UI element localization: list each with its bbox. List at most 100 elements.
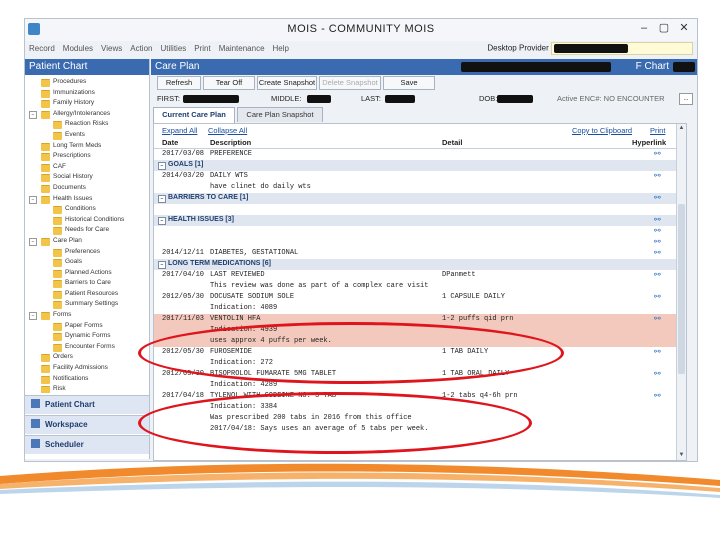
menu-item-print[interactable]: Print	[194, 41, 210, 57]
hyperlink-icon[interactable]: ⚯	[654, 149, 661, 158]
refresh-button[interactable]: Refresh	[157, 76, 201, 90]
group-row[interactable]: − HEALTH ISSUES [3] ⚯	[154, 215, 686, 226]
tree-item[interactable]: − Forms	[27, 310, 147, 321]
tear-off-button[interactable]: Tear Off	[203, 76, 255, 90]
group-collapse-icon[interactable]: −	[158, 261, 166, 269]
tree-item[interactable]: Immunizations	[27, 88, 147, 99]
tree-item[interactable]: Documents	[27, 183, 147, 194]
tree-item[interactable]: Facility Admissions	[27, 363, 147, 374]
tree-item[interactable]: − Health Issues	[27, 194, 147, 205]
nav-icon	[31, 419, 40, 428]
tree-item[interactable]: Planned Actions	[27, 268, 147, 279]
folder-icon	[53, 280, 62, 289]
group-collapse-icon[interactable]: −	[158, 162, 166, 170]
table-row: 2017/04/10 LAST REVIEWED DPanmett ⚯	[154, 270, 686, 281]
close-button[interactable]: ✕	[677, 21, 691, 34]
tree-item[interactable]: Needs for Care	[27, 225, 147, 236]
tree-item[interactable]: − Allergy/Intolerances	[27, 109, 147, 120]
tree-item[interactable]: Historical Conditions	[27, 215, 147, 226]
nav-label: Workspace	[45, 420, 88, 429]
tree-item[interactable]: Dynamic Forms	[27, 331, 147, 342]
tree-item[interactable]: Preferences	[27, 247, 147, 258]
collapse-toggle-icon[interactable]: −	[29, 110, 37, 119]
hyperlink-icon[interactable]: ⚯	[654, 369, 661, 378]
nav-workspace-button[interactable]: Workspace	[25, 415, 149, 434]
folder-icon	[41, 163, 50, 172]
column-date[interactable]: Date	[162, 138, 178, 147]
tree-item[interactable]: − Care Plan	[27, 236, 147, 247]
hyperlink-icon[interactable]: ⚯	[654, 193, 661, 202]
cell-detail: DPanmett	[442, 271, 476, 279]
hyperlink-icon[interactable]: ⚯	[654, 347, 661, 356]
hyperlink-icon[interactable]: ⚯	[654, 248, 661, 257]
hyperlink-icon[interactable]: ⚯	[654, 270, 661, 279]
provider-label: Desktop Provider	[487, 43, 549, 53]
menu-item-help[interactable]: Help	[273, 41, 289, 57]
group-row[interactable]: − GOALS [1]	[154, 160, 686, 171]
print-link[interactable]: Print	[650, 126, 665, 135]
tree-item[interactable]: Conditions	[27, 204, 147, 215]
tree-item[interactable]: Events	[27, 130, 147, 141]
tree-item[interactable]: Orders	[27, 352, 147, 363]
scroll-up-icon[interactable]: ▲	[677, 124, 686, 133]
menu-item-action[interactable]: Action	[130, 41, 152, 57]
menu-item-record[interactable]: Record	[29, 41, 55, 57]
delete-snapshot-button[interactable]: Delete Snapshot	[319, 76, 381, 90]
hyperlink-icon[interactable]: ⚯	[654, 237, 661, 246]
tree-item[interactable]: Barriers to Care	[27, 278, 147, 289]
menu-item-utilities[interactable]: Utilities	[160, 41, 186, 57]
collapse-toggle-icon[interactable]: −	[29, 237, 37, 246]
cell-description: DIABETES, GESTATIONAL	[210, 249, 299, 257]
tree-item[interactable]: Patient Resources	[27, 289, 147, 300]
tree-item[interactable]: Family History	[27, 98, 147, 109]
tab-current-care-plan[interactable]: Current Care Plan	[153, 107, 235, 123]
tree-item[interactable]: Social History	[27, 172, 147, 183]
group-collapse-icon[interactable]: −	[158, 195, 166, 203]
column-detail[interactable]: Detail	[442, 138, 462, 147]
collapse-toggle-icon[interactable]: −	[29, 195, 37, 204]
collapse-toggle-icon[interactable]: −	[29, 312, 37, 321]
nav-patient-chart-button[interactable]: Patient Chart	[25, 395, 149, 414]
group-collapse-icon[interactable]: −	[158, 217, 166, 225]
copy-to-clipboard-link[interactable]: Copy to Clipboard	[572, 126, 632, 135]
maximize-button[interactable]: ▢	[657, 21, 671, 34]
hyperlink-icon[interactable]: ⚯	[654, 391, 661, 400]
scroll-thumb[interactable]	[678, 204, 685, 374]
hyperlink-icon[interactable]: ⚯	[654, 171, 661, 180]
hyperlink-icon[interactable]: ⚯	[654, 226, 661, 235]
tree-item[interactable]: Notifications	[27, 374, 147, 385]
menu-item-modules[interactable]: Modules	[63, 41, 93, 57]
tree-item[interactable]: Reaction Risks	[27, 119, 147, 130]
redaction	[673, 62, 695, 72]
hyperlink-icon[interactable]: ⚯	[654, 292, 661, 301]
save-button[interactable]: Save	[383, 76, 435, 90]
tree-item[interactable]: Procedures	[27, 77, 147, 88]
tree-item[interactable]: Goals	[27, 257, 147, 268]
tree-item[interactable]: Summary Settings	[27, 299, 147, 310]
tree-item[interactable]: Encounter Forms	[27, 342, 147, 353]
group-row[interactable]: − BARRIERS TO CARE [1] ⚯	[154, 193, 686, 204]
care-plan-content: Expand All Collapse All Copy to Clipboar…	[153, 123, 687, 461]
tree-item[interactable]: Paper Forms	[27, 321, 147, 332]
menu-item-views[interactable]: Views	[101, 41, 122, 57]
collapse-all-link[interactable]: Collapse All	[208, 126, 247, 135]
tree-item[interactable]: Prescriptions	[27, 151, 147, 162]
tab-care-plan-snapshot[interactable]: Care Plan Snapshot	[237, 107, 323, 122]
menu-item-maintenance[interactable]: Maintenance	[219, 41, 265, 57]
hyperlink-icon[interactable]: ⚯	[654, 314, 661, 323]
group-row[interactable]: − LONG TERM MEDICATIONS [6]	[154, 259, 686, 270]
tree-item[interactable]: Risk	[27, 384, 147, 393]
cell-date: 2014/03/20	[162, 172, 205, 180]
column-hyperlink[interactable]: Hyperlink	[632, 138, 666, 147]
create-snapshot-button[interactable]: Create Snapshot	[257, 76, 317, 90]
tree-item[interactable]: CAF	[27, 162, 147, 173]
tree-item-label: Social History	[53, 173, 93, 181]
vertical-scrollbar[interactable]: ▲ ▼	[676, 124, 686, 460]
tree-item[interactable]: Long Term Meds	[27, 141, 147, 152]
hyperlink-icon[interactable]: ⚯	[654, 215, 661, 224]
encounter-browse-button[interactable]: ...	[679, 93, 693, 105]
column-description[interactable]: Description	[210, 138, 251, 147]
minimize-button[interactable]: –	[637, 22, 651, 34]
expand-all-link[interactable]: Expand All	[162, 126, 197, 135]
provider-field[interactable]	[551, 42, 693, 55]
